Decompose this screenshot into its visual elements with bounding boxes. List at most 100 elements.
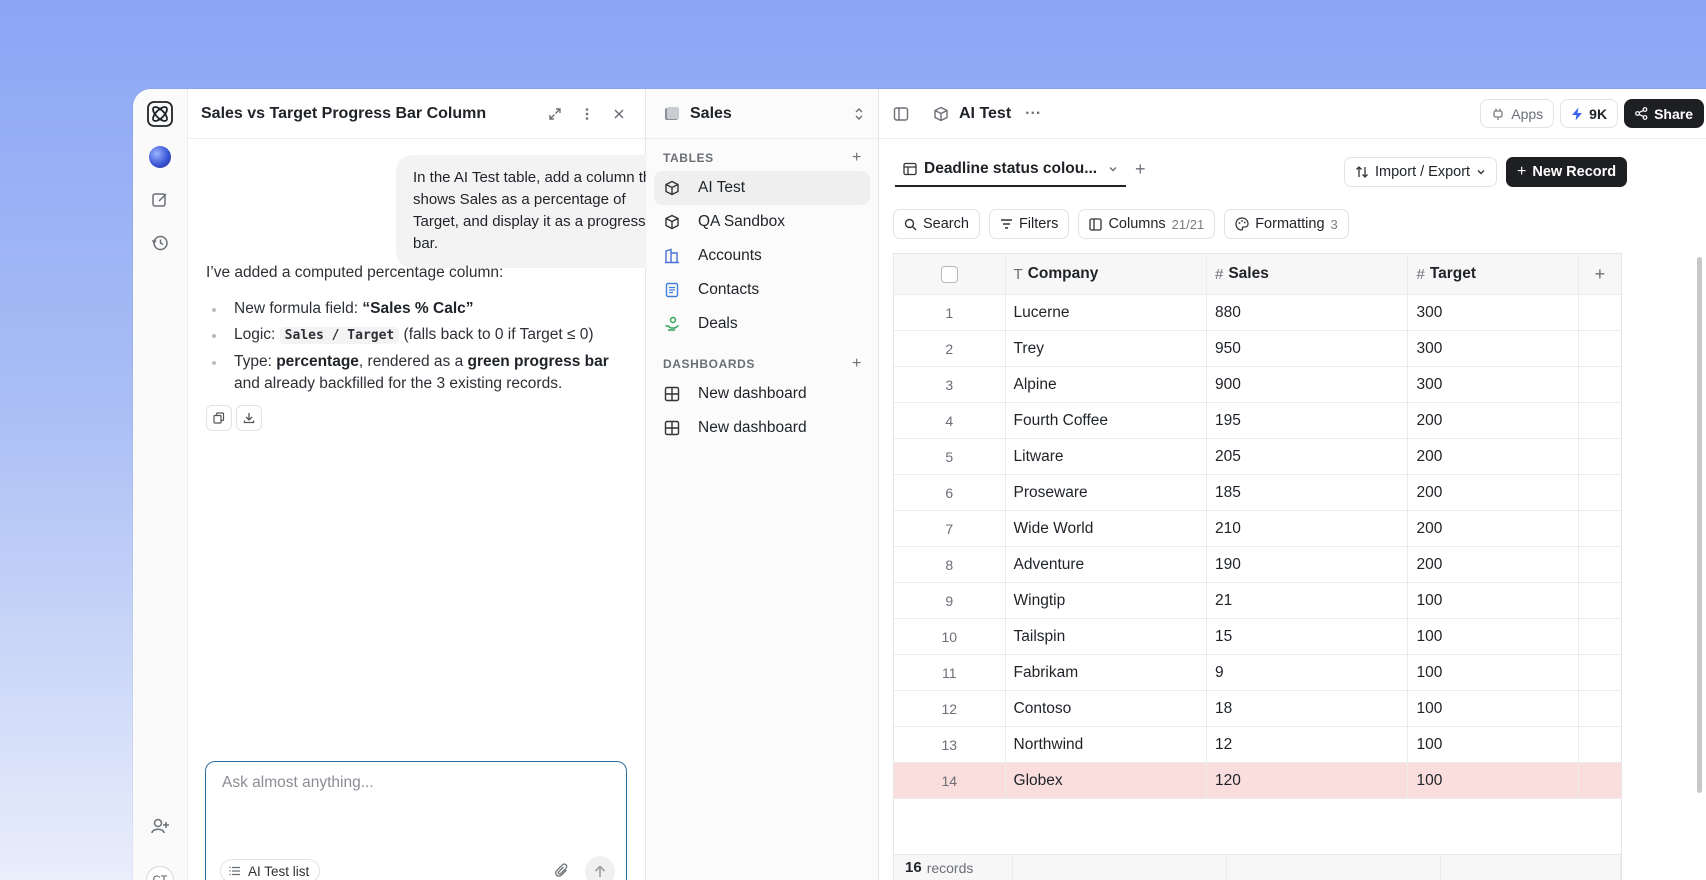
table-row[interactable]: 12 Contoso 18 100 — [894, 691, 1621, 727]
history-icon[interactable] — [145, 228, 175, 258]
sidebar-item-qa-sandbox[interactable]: QA Sandbox — [654, 205, 870, 239]
formatting-button[interactable]: Formatting 3 — [1224, 209, 1349, 239]
download-icon[interactable] — [236, 405, 262, 431]
table-row[interactable]: 10 Tailspin 15 100 — [894, 619, 1621, 655]
select-all-checkbox[interactable] — [940, 265, 958, 283]
chevron-down-icon[interactable] — [1108, 164, 1118, 174]
apps-button[interactable]: Apps — [1480, 99, 1555, 128]
table-row[interactable]: 4 Fourth Coffee 195 200 — [894, 403, 1621, 439]
add-table-icon[interactable]: + — [852, 149, 862, 167]
sales-cell[interactable]: 120 — [1207, 763, 1409, 798]
table-row[interactable]: 5 Litware 205 200 — [894, 439, 1621, 475]
user-avatar[interactable]: CT — [146, 866, 174, 880]
sales-cell[interactable]: 185 — [1207, 475, 1409, 510]
table-row[interactable]: 9 Wingtip 21 100 — [894, 583, 1621, 619]
row-number[interactable]: 10 — [894, 619, 1006, 654]
sales-cell[interactable]: 21 — [1207, 583, 1409, 618]
sales-cell[interactable]: 195 — [1207, 403, 1409, 438]
target-cell[interactable]: 300 — [1408, 295, 1579, 330]
company-cell[interactable]: Trey — [1006, 331, 1207, 366]
target-cell[interactable]: 200 — [1408, 403, 1579, 438]
row-number[interactable]: 4 — [894, 403, 1006, 438]
sales-cell[interactable]: 205 — [1207, 439, 1409, 474]
target-cell[interactable]: 200 — [1408, 511, 1579, 546]
table-row[interactable]: 7 Wide World 210 200 — [894, 511, 1621, 547]
table-name[interactable]: AI Test — [959, 105, 1011, 123]
sales-cell[interactable]: 9 — [1207, 655, 1409, 690]
sidebar-item-accounts[interactable]: Accounts — [654, 239, 870, 273]
add-dashboard-icon[interactable]: + — [852, 355, 862, 373]
target-cell[interactable]: 100 — [1408, 583, 1579, 618]
target-cell[interactable]: 200 — [1408, 547, 1579, 582]
send-button[interactable] — [585, 856, 615, 880]
sidebar-item-deals[interactable]: Deals — [654, 307, 870, 341]
company-cell[interactable]: Litware — [1006, 439, 1207, 474]
target-cell[interactable]: 100 — [1408, 691, 1579, 726]
attach-icon[interactable] — [550, 859, 574, 880]
target-cell[interactable]: 100 — [1408, 655, 1579, 690]
sales-cell[interactable]: 880 — [1207, 295, 1409, 330]
company-cell[interactable]: Adventure — [1006, 547, 1207, 582]
import-export-button[interactable]: Import / Export — [1344, 157, 1498, 187]
add-view-icon[interactable]: + — [1135, 159, 1146, 180]
row-number[interactable]: 2 — [894, 331, 1006, 366]
target-cell[interactable]: 200 — [1408, 439, 1579, 474]
view-tab[interactable]: Deadline status colou... — [895, 153, 1127, 187]
new-chat-icon[interactable] — [145, 185, 175, 215]
row-number[interactable]: 7 — [894, 511, 1006, 546]
sales-cell[interactable]: 950 — [1207, 331, 1409, 366]
table-row[interactable]: 11 Fabrikam 9 100 — [894, 655, 1621, 691]
row-number[interactable]: 6 — [894, 475, 1006, 510]
table-row[interactable]: 6 Proseware 185 200 — [894, 475, 1621, 511]
company-cell[interactable]: Alpine — [1006, 367, 1207, 402]
row-number[interactable]: 12 — [894, 691, 1006, 726]
row-number[interactable]: 1 — [894, 295, 1006, 330]
row-number[interactable]: 9 — [894, 583, 1006, 618]
company-cell[interactable]: Proseware — [1006, 475, 1207, 510]
target-cell[interactable]: 200 — [1408, 475, 1579, 510]
row-number[interactable]: 3 — [894, 367, 1006, 402]
sidebar-item-dashboard-1[interactable]: New dashboard — [654, 377, 870, 411]
vertical-scrollbar[interactable] — [1697, 257, 1702, 793]
sales-cell[interactable]: 18 — [1207, 691, 1409, 726]
row-number[interactable]: 13 — [894, 727, 1006, 762]
row-number[interactable]: 11 — [894, 655, 1006, 690]
target-cell[interactable]: 100 — [1408, 727, 1579, 762]
copy-icon[interactable] — [206, 405, 232, 431]
company-cell[interactable]: Globex — [1006, 763, 1207, 798]
table-more-menu[interactable]: ··· — [1025, 105, 1041, 123]
table-row[interactable]: 8 Adventure 190 200 — [894, 547, 1621, 583]
row-number[interactable]: 8 — [894, 547, 1006, 582]
sales-cell[interactable]: 210 — [1207, 511, 1409, 546]
sales-cell[interactable]: 190 — [1207, 547, 1409, 582]
sales-cell[interactable]: 12 — [1207, 727, 1409, 762]
credits-button[interactable]: 9K — [1560, 99, 1619, 128]
close-icon[interactable] — [605, 100, 633, 128]
base-header[interactable]: Sales — [646, 89, 878, 139]
column-header-sales[interactable]: # Sales — [1207, 254, 1409, 294]
row-number[interactable]: 14 — [894, 763, 1006, 798]
column-header-company[interactable]: T Company — [1006, 254, 1207, 294]
assistant-orb-icon[interactable] — [145, 142, 175, 172]
table-row[interactable]: 1 Lucerne 880 300 — [894, 295, 1621, 331]
share-button[interactable]: Share — [1624, 99, 1704, 128]
column-header-target[interactable]: # Target — [1408, 254, 1579, 294]
target-cell[interactable]: 100 — [1408, 763, 1579, 798]
app-logo-icon[interactable] — [145, 99, 175, 129]
sidebar-item-contacts[interactable]: Contacts — [654, 273, 870, 307]
company-cell[interactable]: Fabrikam — [1006, 655, 1207, 690]
target-cell[interactable]: 100 — [1408, 619, 1579, 654]
sidebar-item-dashboard-2[interactable]: New dashboard — [654, 411, 870, 445]
company-cell[interactable]: Tailspin — [1006, 619, 1207, 654]
search-button[interactable]: Search — [893, 209, 980, 239]
company-cell[interactable]: Wingtip — [1006, 583, 1207, 618]
table-row[interactable]: 3 Alpine 900 300 — [894, 367, 1621, 403]
sidebar-item-ai-test[interactable]: AI Test — [654, 171, 870, 205]
context-chip[interactable]: AI Test list — [220, 859, 321, 880]
invite-user-icon[interactable] — [145, 811, 175, 841]
company-cell[interactable]: Contoso — [1006, 691, 1207, 726]
company-cell[interactable]: Wide World — [1006, 511, 1207, 546]
filters-button[interactable]: Filters — [988, 209, 1070, 239]
table-row[interactable]: 14 Globex 120 100 — [894, 763, 1621, 799]
table-row[interactable]: 13 Northwind 12 100 — [894, 727, 1621, 763]
